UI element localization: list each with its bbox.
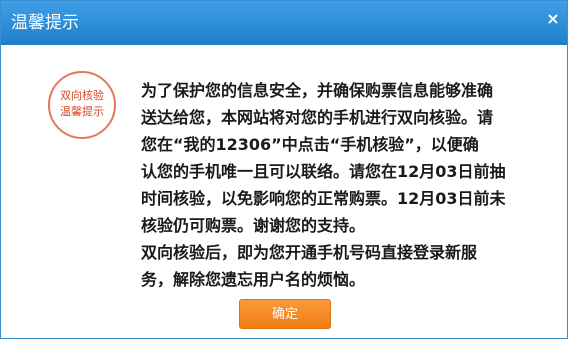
dialog-titlebar: 温馨提示 × bbox=[1, 1, 567, 45]
confirm-button[interactable]: 确定 bbox=[239, 299, 331, 329]
message-line: 双向核验后，即为您开通手机号码直接登录新服 bbox=[141, 243, 478, 262]
message-line: 核验仍可购票。谢谢您的支持。 bbox=[141, 216, 366, 235]
message-line: 送达给您，本网站将对您的手机进行双向核验。请 bbox=[141, 108, 494, 127]
notice-message: 为了保护您的信息安全，并确保购票信息能够准确 送达给您，本网站将对您的手机进行双… bbox=[141, 77, 529, 293]
stamp-text-line1: 双向核验 bbox=[60, 89, 104, 102]
notice-dialog: 温馨提示 × 双向核验 温馨提示 为了保护您的信息安全，并确保购票信息能够准确 … bbox=[0, 0, 568, 339]
message-line: 您在“我的12306”中点击“手机核验”，以便确 bbox=[141, 135, 479, 154]
message-line: 为了保护您的信息安全，并确保购票信息能够准确 bbox=[141, 81, 494, 100]
close-icon[interactable]: × bbox=[543, 9, 563, 29]
message-line: 认您的手机唯一且可以联络。请您在12月03日前抽 bbox=[141, 162, 506, 181]
verification-stamp: 双向核验 温馨提示 bbox=[48, 71, 116, 139]
message-line: 务，解除您遗忘用户名的烦恼。 bbox=[141, 270, 366, 289]
stamp-text-line2: 温馨提示 bbox=[60, 105, 104, 118]
message-line: 时间核验，以免影响您的正常购票。12月03日前未 bbox=[141, 189, 506, 208]
dialog-title: 温馨提示 bbox=[11, 13, 79, 33]
